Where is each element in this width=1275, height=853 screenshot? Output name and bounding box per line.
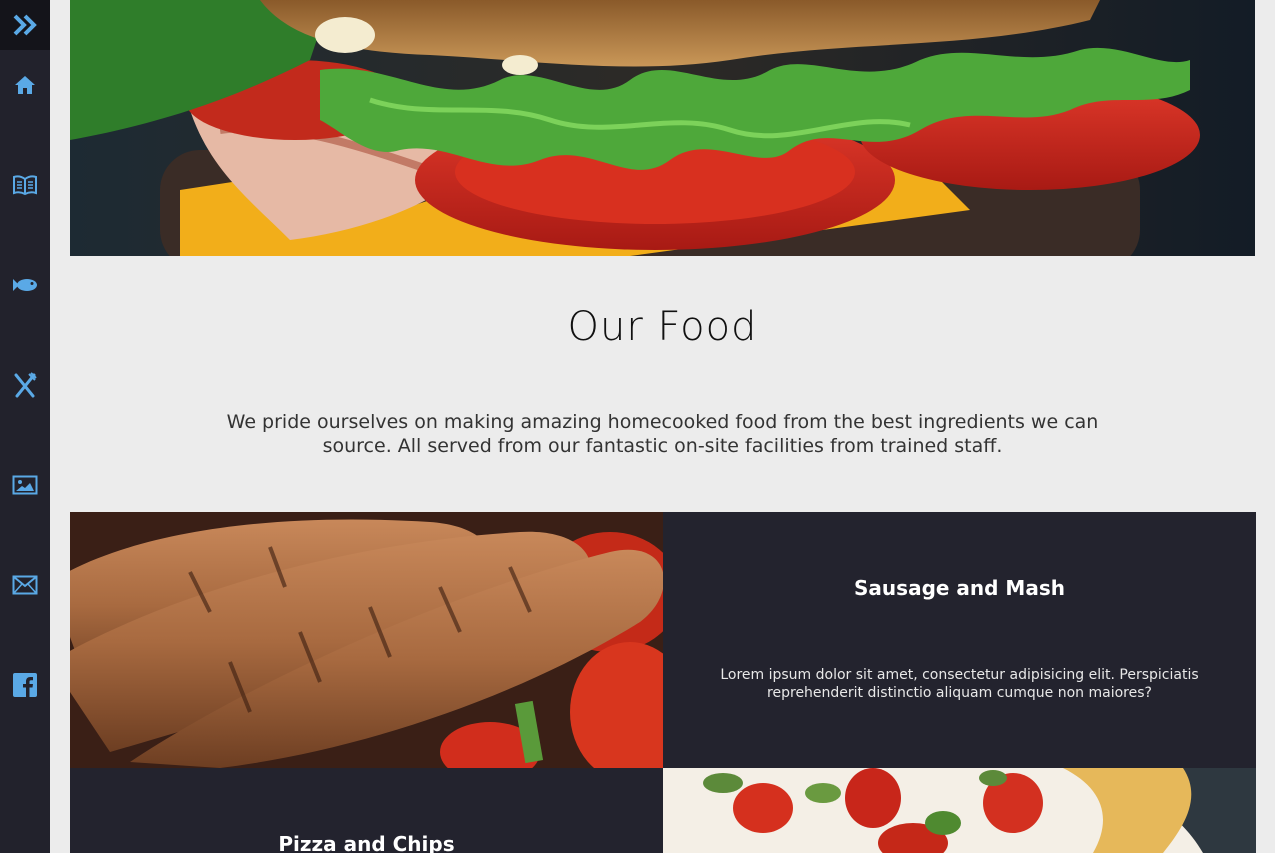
food-card-title: Pizza and Chips <box>278 832 455 853</box>
sidebar-item-menu[interactable] <box>0 165 50 205</box>
food-card-title: Sausage and Mash <box>854 576 1065 600</box>
sausage-illustration <box>70 512 663 768</box>
image-icon <box>12 475 38 495</box>
sidebar-toggle-button[interactable] <box>0 0 50 50</box>
sidebar-item-contact[interactable] <box>0 565 50 605</box>
sidebar-item-facebook[interactable] <box>0 665 50 705</box>
food-card-description: Lorem ipsum dolor sit amet, consectetur … <box>720 667 1199 701</box>
fish-icon <box>13 279 37 291</box>
page-title: Our Food <box>567 304 758 350</box>
main-content: Our Food We pride ourselves on making am… <box>70 0 1256 853</box>
food-card-sausage-and-mash: Sausage and Mash Lorem ipsum dolor sit a… <box>663 512 1256 768</box>
pizza-image <box>663 768 1256 853</box>
sausage-image <box>70 512 663 768</box>
home-icon <box>15 76 35 94</box>
fork-knife-icon <box>14 372 37 398</box>
sidebar <box>0 0 50 853</box>
pizza-illustration <box>663 768 1256 853</box>
hero-burger-image <box>70 0 1255 256</box>
book-icon <box>13 175 37 196</box>
food-grid: Sausage and Mash Lorem ipsum dolor sit a… <box>70 512 1256 853</box>
section-description: We pride ourselves on making amazing hom… <box>226 411 1099 457</box>
sidebar-item-food[interactable] <box>0 365 50 405</box>
sidebar-item-home[interactable] <box>0 65 50 105</box>
burger-illustration <box>70 0 1255 256</box>
food-card-pizza-and-chips: Pizza and Chips <box>70 768 663 853</box>
facebook-icon <box>13 673 37 697</box>
double-chevron-right-icon <box>13 14 37 36</box>
sidebar-item-fish[interactable] <box>0 265 50 305</box>
sidebar-item-gallery[interactable] <box>0 465 50 505</box>
mail-icon <box>12 575 38 595</box>
